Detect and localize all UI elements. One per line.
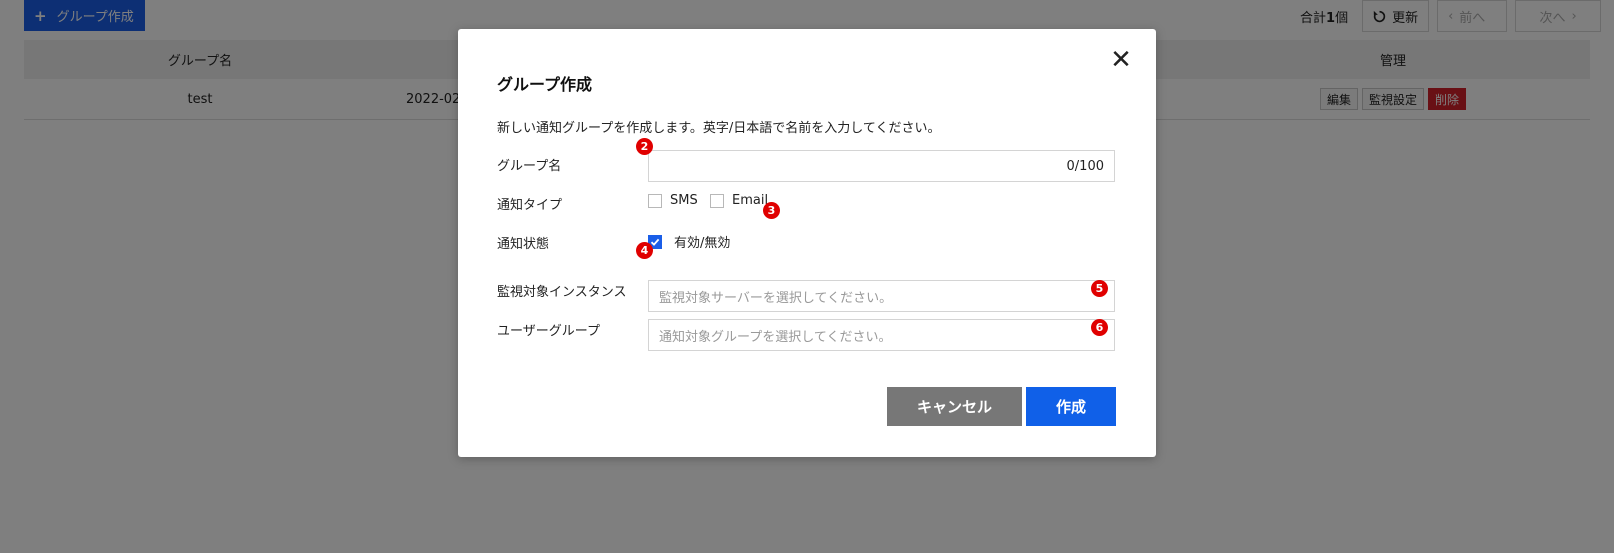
group-name-input[interactable] xyxy=(649,151,1114,181)
email-checkbox[interactable]: Email xyxy=(710,193,768,208)
annotation-marker: 4 xyxy=(636,242,653,259)
enable-checkbox[interactable]: 有効/無効 xyxy=(648,232,730,251)
group-name-field-wrapper: 0/100 xyxy=(648,150,1115,182)
instance-select[interactable]: 監視対象サーバーを選択してください。 xyxy=(648,280,1115,312)
annotation-marker: 5 xyxy=(1091,280,1108,297)
sms-checkbox[interactable]: SMS xyxy=(648,193,698,208)
checkbox-box[interactable] xyxy=(648,193,662,208)
dialog-title: グループ作成 xyxy=(497,75,593,94)
annotation-marker: 3 xyxy=(763,202,780,219)
close-icon[interactable]: ✕ xyxy=(1108,47,1134,73)
annotation-marker: 6 xyxy=(1091,319,1108,336)
annotation-marker: 2 xyxy=(636,138,653,155)
user-group-label: ユーザーグループ xyxy=(497,324,600,339)
char-counter: 0/100 xyxy=(1066,159,1104,174)
create-group-dialog: ✕ グループ作成 新しい通知グループを作成します。英字/日本語で名前を入力してく… xyxy=(458,29,1156,457)
notify-type-label: 通知タイプ xyxy=(497,198,563,213)
notify-state-label: 通知状態 xyxy=(497,237,550,252)
cancel-button[interactable]: キャンセル xyxy=(887,387,1022,426)
create-button[interactable]: 作成 xyxy=(1026,387,1116,426)
checkbox-box[interactable] xyxy=(710,193,724,208)
user-group-select[interactable]: 通知対象グループを選択してください。 xyxy=(648,319,1115,351)
group-name-label: グループ名 xyxy=(497,159,562,174)
instance-label: 監視対象インスタンス xyxy=(497,285,627,300)
dialog-description: 新しい通知グループを作成します。英字/日本語で名前を入力してください。 xyxy=(497,121,941,136)
